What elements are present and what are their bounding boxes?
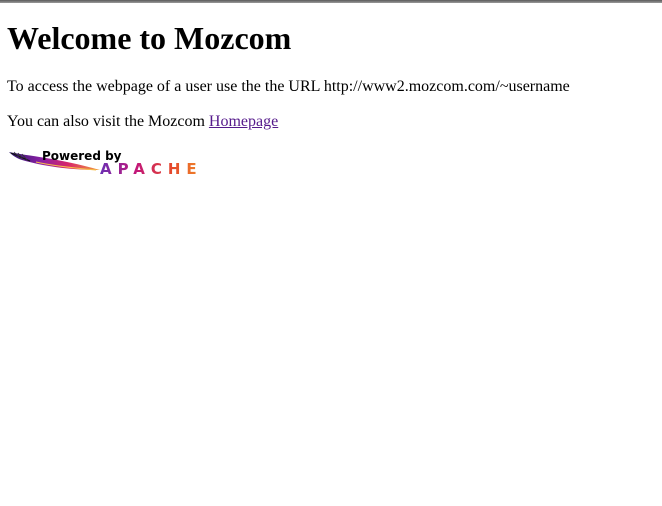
visit-text: You can also visit the Mozcom — [7, 113, 209, 130]
intro-text: To access the webpage of a user use the … — [7, 78, 570, 95]
powered-by-apache-logo[interactable]: Powered by APACHE — [8, 148, 259, 178]
homepage-link[interactable]: Homepage — [209, 113, 278, 130]
apache-logo-graphic: Powered by APACHE — [9, 149, 203, 178]
visit-paragraph: You can also visit the Mozcom Homepage — [7, 113, 278, 131]
page-title: Welcome to Mozcom — [7, 20, 292, 56]
window-top-border — [0, 0, 662, 3]
apache-brand-text: APACHE — [100, 160, 203, 176]
